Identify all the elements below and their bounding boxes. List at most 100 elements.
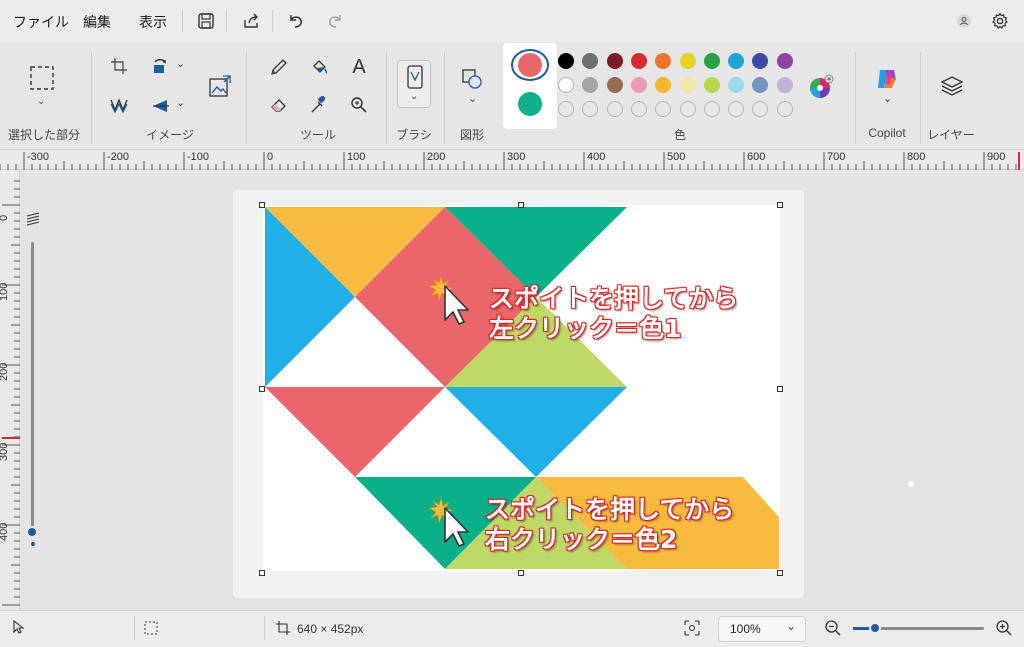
palette-swatch-empty[interactable] [728,101,745,117]
tangram-blue-mid [445,387,627,477]
group-divider [920,52,921,144]
rectangle-select-icon[interactable] [28,64,56,92]
palette-swatch-empty[interactable] [776,101,793,117]
primary-color-swatch[interactable] [518,53,542,77]
chevron-down-icon[interactable]: ⌄ [883,92,892,105]
group-divider [444,52,445,144]
eraser-icon[interactable] [266,92,292,118]
account-icon[interactable] [953,10,975,32]
palette-swatch-empty[interactable] [679,101,696,117]
chevron-down-icon[interactable]: ⌄ [176,57,185,70]
palette-swatch[interactable] [703,53,720,69]
menu-view[interactable]: 表示 [139,12,167,32]
palette-swatch[interactable] [606,53,623,69]
zoom-level-value: 100% [730,622,761,636]
group-label-copilot: Copilot [868,126,906,140]
image-generate-icon[interactable] [207,73,233,99]
annotation-left-click-line1: スポイトを押してから [489,284,739,313]
resize-handle-top-left[interactable] [259,202,265,208]
pencil-icon[interactable] [266,54,292,80]
zoom-out-icon[interactable] [824,619,842,642]
ruler-tick-label: 300 [507,151,526,163]
palette-swatch[interactable] [558,77,574,93]
menu-file[interactable]: ファイル [13,12,69,32]
copilot-icon[interactable] [874,66,900,92]
annotation-left-click: スポイトを押してから 左クリック＝色1 [489,284,738,344]
tangram-red-mid [265,387,445,477]
resize-handle-top-right[interactable] [777,202,783,208]
layers-icon[interactable] [939,73,965,99]
save-icon[interactable] [195,10,217,32]
resize-handle-left[interactable] [259,386,265,392]
palette-swatch[interactable] [630,77,647,93]
annotation-right-click-line2: 右クリック＝色2 [485,525,678,554]
annotation-right-click-line1: スポイトを押してから [485,495,735,524]
brush-preview-dot [908,481,914,487]
eyedropper-icon[interactable] [306,92,332,118]
ruler-tick-label: -200 [107,151,130,163]
palette-swatch[interactable] [776,53,793,69]
palette-swatch[interactable] [703,77,720,93]
brush-button[interactable]: ⌄ [397,60,431,108]
resize-icon[interactable] [106,92,132,118]
palette-swatch-empty[interactable] [703,101,720,117]
crop-icon[interactable] [106,53,132,79]
text-tool-icon[interactable]: A [346,54,372,80]
vertical-zoom-track[interactable] [31,242,34,532]
zoom-level-select[interactable]: 100% ⌄ [718,616,806,642]
vertical-zoom-thumb[interactable] [26,526,38,538]
undo-icon[interactable] [285,10,307,32]
palette-swatch[interactable] [728,77,745,93]
secondary-color-swatch[interactable] [518,92,542,116]
chevron-down-icon[interactable]: ⌄ [410,91,418,102]
fit-to-window-icon[interactable] [684,620,700,641]
flip-icon[interactable] [148,92,174,118]
ruler-tick-label: 200 [0,362,10,381]
eyedropper-cursor-icon [429,274,469,325]
resize-handle-right[interactable] [777,386,783,392]
palette-swatch[interactable] [606,77,623,93]
eyedropper-cursor-icon [429,496,469,547]
drawing-canvas[interactable]: スポイトを押してから 左クリック＝色1 スポイトを押してから 右クリック＝色2 [263,205,780,571]
chevron-down-icon[interactable]: ⌄ [37,96,45,107]
ruler-tick-label: -100 [187,151,210,163]
pointer-position-icon [12,619,25,639]
resize-handle-bottom[interactable] [518,570,524,576]
magnifier-icon[interactable] [346,92,372,118]
group-label-layers: レイヤー [927,128,975,142]
slider-dot [31,542,35,546]
selection-size-icon [144,621,158,640]
chevron-down-icon[interactable]: ⌄ [468,92,477,105]
zoom-in-icon[interactable] [995,619,1013,642]
ruler-tick-label: 600 [747,151,766,163]
group-label-colors: 色 [673,128,686,142]
chevron-down-icon[interactable]: ⌄ [176,96,185,109]
palette-swatch[interactable] [558,53,574,69]
palette-swatch[interactable] [728,53,745,69]
palette-swatch-empty[interactable] [606,101,623,117]
vertical-ruler: 0 100 200 300 400 [0,170,20,610]
settings-gear-icon[interactable] [989,10,1011,32]
resize-handle-bottom-right[interactable] [777,570,783,576]
resize-handle-top[interactable] [518,202,524,208]
ruler-tick-label: 800 [907,151,926,163]
ruler-tick-label: 100 [347,151,366,163]
resize-handle-bottom-left[interactable] [259,570,265,576]
redo-icon[interactable] [324,10,346,32]
menu-edit[interactable]: 編集 [83,12,111,32]
share-icon[interactable] [240,10,262,32]
group-divider [386,52,387,144]
palette-swatch-empty[interactable] [558,101,574,117]
zoom-slider-thumb[interactable] [869,622,881,634]
palette-swatch[interactable] [630,53,647,69]
chevron-down-icon: ⌄ [786,619,797,633]
palette-swatch-empty[interactable] [630,101,647,117]
status-divider [264,616,265,640]
edit-colors-icon[interactable] [808,74,834,100]
fill-bucket-icon[interactable] [306,54,332,80]
palette-swatch[interactable] [776,77,793,93]
shapes-icon[interactable] [459,66,485,92]
rotate-icon[interactable] [148,53,174,79]
palette-swatch[interactable] [679,77,696,93]
palette-swatch[interactable] [679,53,696,69]
